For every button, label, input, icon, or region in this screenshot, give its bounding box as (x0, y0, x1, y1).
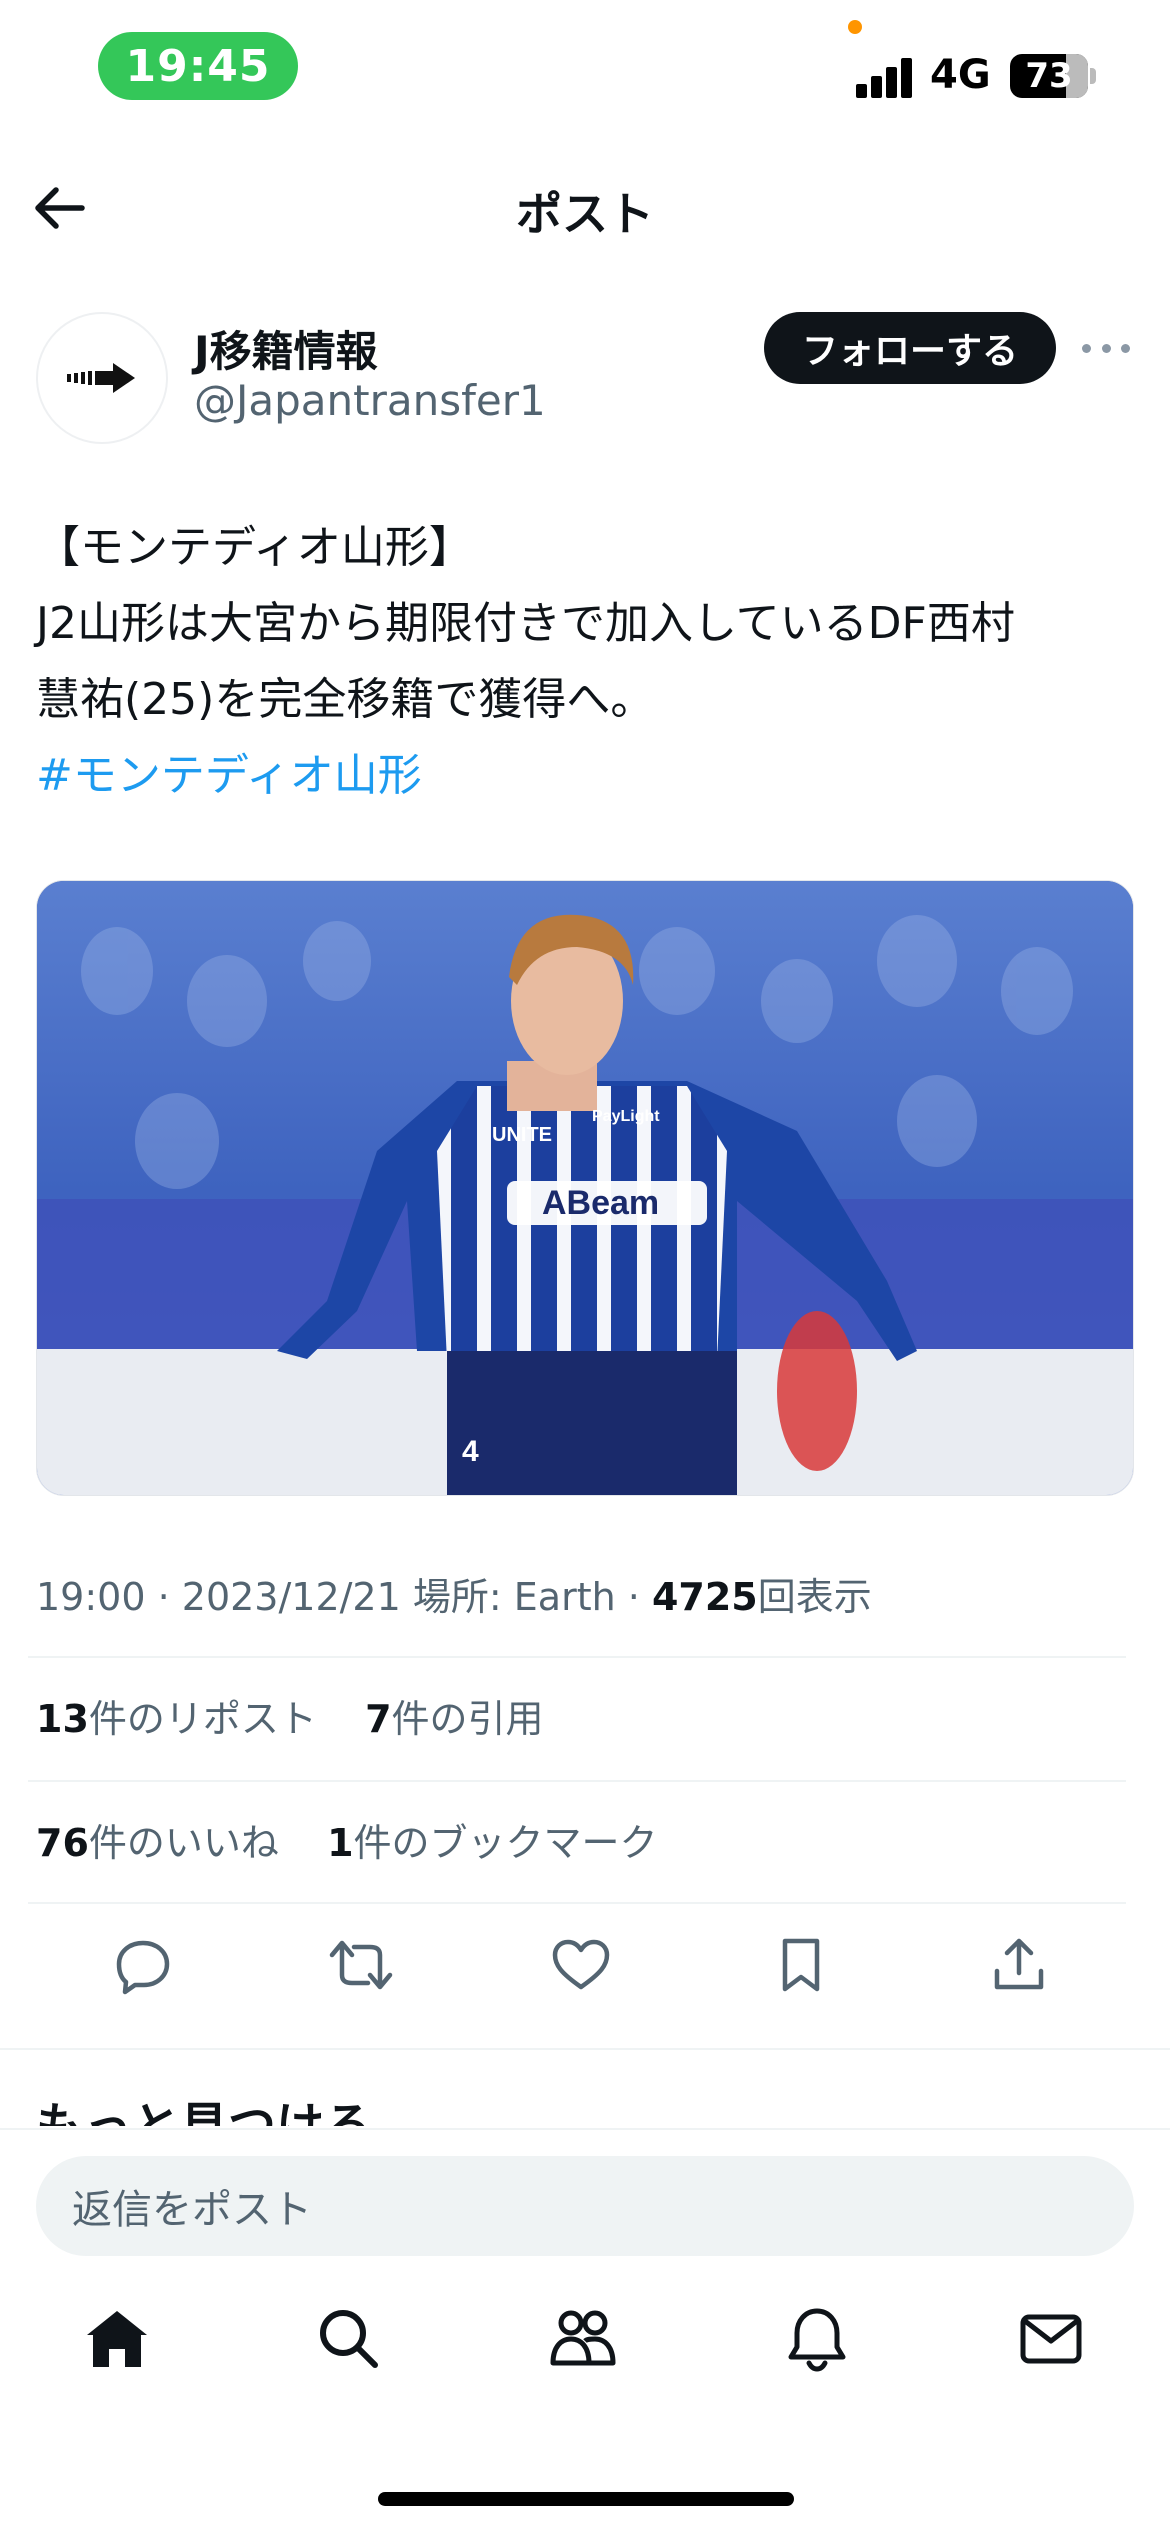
signal-strength-icon (856, 56, 916, 98)
reply-icon[interactable] (108, 1930, 178, 2000)
battery-icon: 73 (1010, 54, 1088, 98)
top-header: ポスト (0, 150, 1170, 260)
like-count: 76 (36, 1821, 89, 1865)
more-icon[interactable] (1082, 330, 1130, 366)
status-time[interactable]: 19:45 (98, 32, 298, 100)
divider (28, 1902, 1126, 1904)
post-line: J2山形は大宮から期限付きで加入しているDF西村 (36, 598, 1015, 649)
action-bar (0, 1930, 1170, 2010)
battery-tip (1090, 68, 1096, 84)
brand-text: UNITE (492, 1124, 552, 1146)
badge-text: PayLight (592, 1108, 660, 1125)
like-label: 件のいいね (88, 1821, 279, 1865)
follow-button[interactable]: フォローする (764, 312, 1056, 384)
repost-count-link[interactable]: 13件のリポスト (36, 1697, 317, 1741)
bottom-panel: 返信をポスト (0, 2128, 1170, 2532)
repost-label: 件のリポスト (88, 1697, 317, 1741)
author-name[interactable]: J移籍情報 (194, 318, 378, 379)
post-image[interactable]: ABeam PayLight UNITE 4 (36, 880, 1134, 1496)
share-icon[interactable] (984, 1930, 1054, 2000)
section-divider (0, 2048, 1170, 2050)
post-date: 2023/12/21 (181, 1575, 401, 1619)
view-label: 回表示 (757, 1575, 872, 1619)
notifications-icon[interactable] (772, 2294, 862, 2384)
player-photo: ABeam PayLight UNITE 4 (37, 881, 1133, 1495)
view-count: 4725 (651, 1575, 758, 1619)
quote-count: 7 (365, 1697, 392, 1741)
quote-count-link[interactable]: 7件の引用 (365, 1697, 543, 1741)
post-text: 【モンテディオ山形】 J2山形は大宮から期限付きで加入しているDF西村 慧祐(2… (36, 510, 1136, 814)
like-icon[interactable] (546, 1930, 616, 2000)
like-count-link[interactable]: 76件のいいね (36, 1821, 279, 1865)
post-time: 19:00 (36, 1575, 146, 1619)
status-bar: 19:45 4G 73 (0, 0, 1170, 140)
page-title: ポスト (516, 187, 654, 241)
bookmark-count: 1 (327, 1821, 354, 1865)
messages-icon[interactable] (1006, 2294, 1096, 2384)
post-line: 慧祐(25)を完全移籍で獲得へ。 (36, 674, 655, 725)
post-meta: 19:00 · 2023/12/21 場所: Earth · 4725回表示 (36, 1575, 872, 1619)
battery-level: 73 (1025, 56, 1073, 96)
post-line: 【モンテディオ山形】 (36, 522, 473, 573)
bookmark-label: 件のブックマーク (353, 1821, 658, 1865)
network-type: 4G (930, 52, 991, 98)
reply-input[interactable]: 返信をポスト (36, 2156, 1134, 2256)
tab-bar (0, 2294, 1170, 2414)
post-place: 場所: Earth (412, 1575, 616, 1619)
divider (28, 1780, 1126, 1782)
stats-repost-line: 13件のリポスト 7件の引用 (36, 1688, 544, 1743)
divider (28, 1656, 1126, 1658)
search-icon[interactable] (304, 2294, 394, 2384)
arrow-logo-icon (67, 363, 135, 393)
privacy-indicator-dot (848, 20, 862, 34)
bookmark-icon[interactable] (766, 1930, 836, 2000)
communities-icon[interactable] (538, 2294, 628, 2384)
repost-count: 13 (36, 1697, 89, 1741)
more-section-heading: もっと見つける (36, 2098, 373, 2126)
bookmark-count-link[interactable]: 1件のブックマーク (327, 1821, 657, 1865)
home-icon[interactable] (72, 2294, 162, 2384)
stats-like-line: 76件のいいね 1件のブックマーク (36, 1812, 658, 1867)
repost-icon[interactable] (326, 1930, 396, 2000)
avatar[interactable] (36, 312, 168, 444)
author-handle[interactable]: @Japantransfer1 (194, 376, 546, 425)
home-indicator (378, 2492, 794, 2506)
quote-label: 件の引用 (391, 1697, 544, 1741)
shorts-number: 4 (462, 1435, 479, 1468)
sponsor-text: ABeam (542, 1184, 659, 1222)
hashtag-link[interactable]: #モンテディオ山形 (36, 738, 1136, 814)
